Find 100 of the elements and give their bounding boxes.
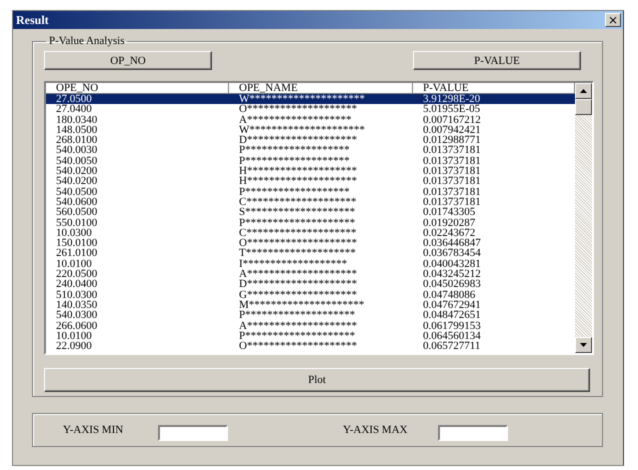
table-cell-text: 27.0400 [55, 104, 93, 115]
table-cell-text: D******************** [238, 279, 358, 290]
table-cell-text: 0.007167212 [422, 114, 482, 125]
scroll-thumb[interactable] [575, 99, 592, 115]
table-cell-text: 150.0100 [55, 238, 98, 248]
input-field[interactable] [438, 425, 508, 441]
table-cell-text: 266.0600 [55, 320, 98, 331]
table-cell-text: A******************* [238, 114, 352, 125]
table-cell-text: 0.02243672 [422, 228, 476, 238]
table-cell-text: 22.0900 [55, 341, 93, 352]
close-button[interactable]: × [605, 13, 621, 27]
table-cell-text: 0.04748086 [422, 290, 476, 300]
table-cell-text: 0.012988771 [422, 135, 482, 146]
table-cell-text: 0.045026983 [422, 279, 482, 290]
table-cell-text: 0.01920287 [422, 218, 476, 228]
scroll-up-button[interactable] [575, 83, 592, 99]
table-cell-text: 220.0500 [55, 269, 98, 280]
table-cell-text: P******************** [238, 218, 356, 228]
table-cell-text: H******************** [238, 176, 358, 187]
table-cell-text: H******************** [238, 166, 358, 176]
list-row[interactable]: 510.0300 G******************** 0.04748086 [46, 290, 575, 300]
table-cell-text: P******************* [238, 186, 350, 197]
table-cell-text: 0.01743305 [422, 207, 476, 218]
table-cell-text: 10.0100 [55, 258, 92, 270]
list-row[interactable]: 540.0030 P******************* 0.013737181 [46, 145, 575, 156]
table-cell-text: 540.0030 [55, 145, 98, 156]
scrollbar[interactable] [575, 83, 592, 353]
list-row[interactable]: 540.0050 P******************* 0.013737181 [46, 156, 575, 166]
table-cell-text: 550.0100 [55, 218, 98, 228]
list-row[interactable]: 540.0200 H******************** 0.013737181 [46, 176, 575, 187]
table-cell-text: 261.0100 [55, 248, 98, 259]
up-arrow-icon [580, 89, 587, 93]
table-cell-text: 0.036446847 [422, 238, 482, 248]
table-cell-text: 240.0400 [55, 279, 98, 290]
list-row[interactable]: 266.0600 A******************** 0.061799153 [46, 320, 575, 331]
table-cell-text: 0.013737181 [422, 176, 482, 187]
table-cell-text: A******************** [238, 320, 358, 331]
table-cell-text: 0.040043281 [422, 258, 482, 270]
list-row[interactable]: 220.0500 A******************** 0.043245212 [46, 269, 575, 280]
table-cell-text: 0.048472651 [422, 310, 482, 321]
table-cell-text: 540.0200 [55, 176, 98, 187]
list-row[interactable]: 261.0100 T******************** 0.036783454 [46, 248, 575, 259]
table-cell-text: W********************* [238, 124, 366, 136]
list-row[interactable]: 10.0300 C******************** 0.02243672 [46, 228, 575, 238]
table-cell-text: 0.013737181 [422, 186, 482, 197]
table-cell-text: D******************** [238, 135, 358, 146]
table-cell-text: 540.0050 [55, 156, 98, 166]
list-row[interactable]: 540.0500 P******************* 0.013737181 [46, 186, 575, 197]
table-cell-text: 148.0500 [55, 124, 98, 136]
table-cell-text: A******************** [238, 269, 358, 280]
sort-button[interactable]: P-VALUE [413, 51, 581, 70]
list-row[interactable]: 268.0100 D******************** 0.012988771 [46, 135, 575, 146]
list-row[interactable]: 180.0340 A******************* 0.007167212 [46, 114, 575, 125]
table-cell-text: 0.065727711 [422, 341, 482, 352]
table-cell-text: O******************** [238, 238, 358, 248]
table-cell-text: 0.036783454 [422, 248, 482, 259]
table-cell-text: P******************* [238, 145, 351, 156]
table-cell-text: 10.0300 [55, 228, 92, 238]
table-cell-text: 0.064560134 [422, 330, 482, 342]
table-cell-text: 510.0300 [55, 290, 98, 300]
table-cell-text: 0.013737181 [422, 156, 482, 166]
table-cell-text: W********************* [238, 94, 366, 104]
table-cell-text: 0.013737181 [422, 166, 482, 176]
list-row[interactable]: 540.0200 H******************** 0.013737181 [46, 166, 575, 176]
sort-button[interactable]: OP_NO [44, 51, 212, 70]
input-field[interactable] [158, 425, 228, 441]
table-cell-text: 0.013737181 [422, 196, 482, 208]
list-row[interactable]: 148.0500 W********************* 0.007942421 [46, 124, 575, 136]
list-row[interactable]: 150.0100 O******************** 0.036446847 [46, 238, 575, 248]
list-row[interactable]: 27.0500 W********************* 3.91298E-20 [46, 94, 575, 104]
list-row[interactable]: 550.0100 P******************** 0.01920287 [46, 218, 575, 228]
table-cell-text: I******************* [238, 258, 348, 270]
table-cell-text: P******************* [238, 156, 350, 166]
table-cell-text: 0.061799153 [422, 320, 482, 331]
list-row[interactable]: 540.0300 P******************** 0.048472651 [46, 310, 575, 321]
table-cell-text: 560.0500 [55, 207, 98, 218]
list-row[interactable]: 240.0400 D******************** 0.045026983 [46, 279, 575, 290]
table-cell-text: C******************** [238, 228, 358, 238]
table-cell-text: 140.0350 [55, 300, 98, 310]
scroll-down-button[interactable] [575, 337, 592, 353]
window-title: Result [16, 12, 49, 28]
list-row[interactable]: 560.0500 S******************** 0.01743305 [46, 207, 575, 218]
table-cell-text: 180.0340 [55, 114, 98, 125]
list-row[interactable]: 10.0100 I******************* 0.040043281 [46, 258, 575, 270]
table-cell-text: 268.0100 [55, 135, 98, 146]
table-cell-text: S******************** [238, 207, 356, 218]
table-cell-text: 540.0200 [55, 166, 98, 176]
list-row[interactable]: 10.0100 P******************** 0.064560134 [46, 330, 575, 342]
table-cell-text: 3.91298E-20 [422, 94, 482, 104]
table-cell-text: 0.043245212 [422, 269, 482, 280]
list-row[interactable]: 27.0400 O******************** 5.01955E-05 [46, 104, 575, 115]
plot-button[interactable]: Plot [44, 368, 590, 392]
table-cell-text: M********************* [238, 300, 366, 310]
table-cell-text: 540.0600 [55, 196, 98, 208]
table-cell-text: O******************** [238, 341, 358, 352]
list-row[interactable]: 22.0900 O******************** 0.065727711 [46, 341, 575, 352]
table-cell-text: C******************** [238, 196, 358, 208]
list-row[interactable]: 140.0350 M********************* 0.047672941 [46, 300, 575, 310]
table-cell-text: P******************** [238, 330, 356, 342]
list-row[interactable]: 540.0600 C******************** 0.013737181 [46, 196, 575, 208]
